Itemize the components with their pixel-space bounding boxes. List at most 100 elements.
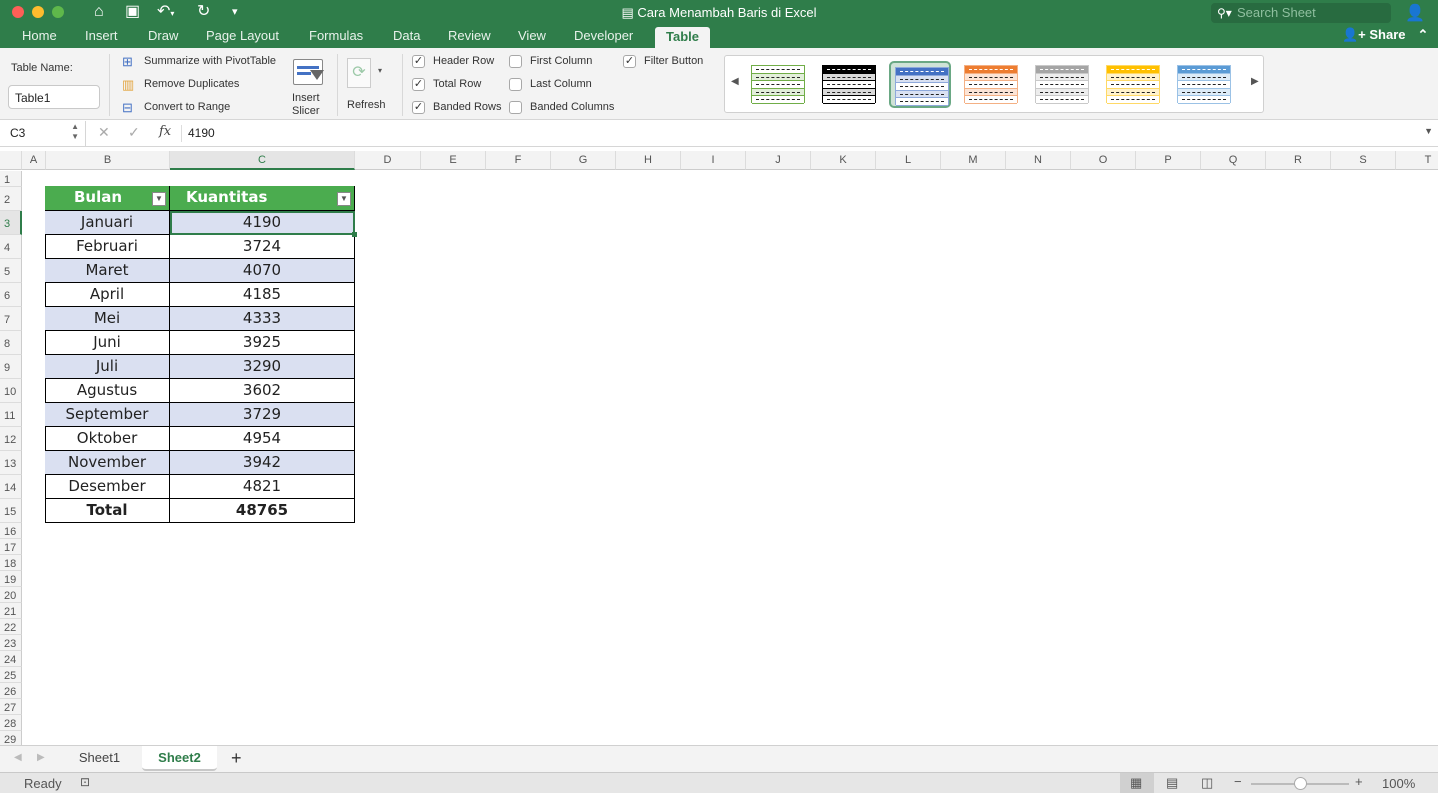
table-cell-quantity[interactable]: 4821: [170, 475, 355, 499]
row-header-3[interactable]: 3: [0, 211, 22, 235]
table-style-orange[interactable]: [960, 61, 1022, 108]
zoom-out-button[interactable]: −: [1234, 774, 1242, 789]
column-header-j[interactable]: J: [746, 151, 811, 170]
column-header-r[interactable]: R: [1266, 151, 1331, 170]
tab-data[interactable]: Data: [393, 26, 420, 48]
row-header-12[interactable]: 12: [0, 427, 22, 451]
total-value-cell[interactable]: 48765: [170, 499, 355, 523]
column-header-n[interactable]: N: [1006, 151, 1071, 170]
column-header-k[interactable]: K: [811, 151, 876, 170]
refresh-dropdown-icon[interactable]: ▾: [378, 66, 382, 75]
table-cell-month[interactable]: April: [45, 283, 170, 307]
table-style-blue-light[interactable]: [1173, 61, 1235, 108]
sheet-tab-sheet1[interactable]: Sheet1: [62, 746, 137, 771]
table-style-green-light[interactable]: [747, 61, 809, 108]
search-input[interactable]: ⚲▾ Search Sheet: [1211, 3, 1391, 23]
checkbox-total-row[interactable]: ✓: [412, 78, 425, 91]
row-header-15[interactable]: 15: [0, 499, 22, 523]
column-header-d[interactable]: D: [355, 151, 421, 170]
summarize-pivottable-button[interactable]: Summarize with PivotTable: [144, 55, 276, 67]
worksheet-grid[interactable]: A B C D E F G H I J K L M N O P Q R S T 1 2 3 4 5 6 7 8 9 10 11 12 13 14 1…: [0, 151, 1438, 745]
next-sheet-arrow[interactable]: ▶: [37, 746, 45, 771]
add-sheet-button[interactable]: +: [231, 746, 242, 771]
close-window-button[interactable]: [12, 6, 24, 18]
name-box-stepper[interactable]: ▲ ▼: [71, 122, 79, 142]
column-header-s[interactable]: S: [1331, 151, 1396, 170]
row-header-6[interactable]: 6: [0, 283, 22, 307]
normal-view-icon[interactable]: ▦: [1130, 775, 1142, 791]
table-cell-month[interactable]: November: [45, 451, 170, 475]
remove-duplicates-button[interactable]: Remove Duplicates: [144, 78, 239, 90]
prev-sheet-arrow[interactable]: ◀: [14, 746, 22, 771]
table-cell-month[interactable]: Agustus: [45, 379, 170, 403]
column-header-q[interactable]: Q: [1201, 151, 1266, 170]
header-cell-kuantitas[interactable]: Kuantitas Penjualan: [170, 186, 355, 229]
expand-formula-icon[interactable]: ▼: [1424, 126, 1433, 136]
table-cell-quantity[interactable]: 3602: [170, 379, 355, 403]
row-header-5[interactable]: 5: [0, 259, 22, 283]
table-cell-quantity[interactable]: 4954: [170, 427, 355, 451]
column-header-f[interactable]: F: [486, 151, 551, 170]
filter-button-bulan[interactable]: ▼: [152, 192, 166, 206]
zoom-in-button[interactable]: +: [1355, 774, 1363, 789]
column-header-e[interactable]: E: [421, 151, 486, 170]
row-header-17[interactable]: 17: [0, 539, 22, 555]
filter-button-kuantitas[interactable]: ▼: [337, 192, 351, 206]
row-header-23[interactable]: 23: [0, 635, 22, 651]
table-cell-quantity[interactable]: 3925: [170, 331, 355, 355]
zoom-slider-thumb[interactable]: [1294, 777, 1307, 790]
name-box[interactable]: C3 ▲ ▼: [0, 121, 86, 146]
row-header-16[interactable]: 16: [0, 523, 22, 539]
row-header-26[interactable]: 26: [0, 683, 22, 699]
convert-to-range-button[interactable]: Convert to Range: [144, 101, 230, 113]
table-cell-quantity[interactable]: 4333: [170, 307, 355, 331]
customize-icon[interactable]: ▾: [232, 3, 238, 21]
tab-formulas[interactable]: Formulas: [309, 26, 363, 48]
column-header-o[interactable]: O: [1071, 151, 1136, 170]
table-cell-month[interactable]: Juli: [45, 355, 170, 379]
share-button[interactable]: 👤+ Share ⌃: [1342, 27, 1428, 43]
column-header-g[interactable]: G: [551, 151, 616, 170]
table-cell-quantity[interactable]: 4190: [170, 211, 355, 235]
table-style-gray[interactable]: [1031, 61, 1093, 108]
page-layout-view-icon[interactable]: ▤: [1166, 775, 1178, 791]
table-cell-quantity[interactable]: 4070: [170, 259, 355, 283]
row-header-8[interactable]: 8: [0, 331, 22, 355]
table-cell-month[interactable]: Oktober: [45, 427, 170, 451]
total-label-cell[interactable]: Total: [45, 499, 170, 523]
table-cell-quantity[interactable]: 3729: [170, 403, 355, 427]
checkbox-first-column[interactable]: [509, 55, 522, 68]
row-header-18[interactable]: 18: [0, 555, 22, 571]
minimize-window-button[interactable]: [32, 6, 44, 18]
table-cell-quantity[interactable]: 4185: [170, 283, 355, 307]
zoom-window-button[interactable]: [52, 6, 64, 18]
row-header-22[interactable]: 22: [0, 619, 22, 635]
tab-view[interactable]: View: [518, 26, 546, 48]
page-break-view-icon[interactable]: ◫: [1201, 775, 1213, 791]
save-icon[interactable]: ▣: [125, 3, 140, 21]
macro-record-icon[interactable]: ⊡: [80, 775, 90, 789]
insert-slicer-button[interactable]: Insert Slicer: [288, 56, 326, 117]
row-header-21[interactable]: 21: [0, 603, 22, 619]
row-header-25[interactable]: 25: [0, 667, 22, 683]
table-cell-month[interactable]: Februari: [45, 235, 170, 259]
checkbox-filter-button[interactable]: ✓: [623, 55, 636, 68]
row-header-19[interactable]: 19: [0, 571, 22, 587]
feedback-icon[interactable]: 👤: [1405, 3, 1425, 23]
table-cell-month[interactable]: Maret: [45, 259, 170, 283]
table-cell-month[interactable]: Desember: [45, 475, 170, 499]
checkbox-header-row[interactable]: ✓: [412, 55, 425, 68]
select-all-corner[interactable]: [0, 151, 22, 170]
home-icon[interactable]: ⌂: [94, 3, 104, 21]
table-name-input[interactable]: Table1: [8, 85, 100, 109]
function-icon[interactable]: fx: [159, 124, 171, 139]
column-header-c[interactable]: C: [170, 151, 355, 170]
cancel-icon[interactable]: ✕: [98, 124, 110, 141]
tab-insert[interactable]: Insert: [85, 26, 118, 48]
checkbox-last-column[interactable]: [509, 78, 522, 91]
row-header-13[interactable]: 13: [0, 451, 22, 475]
row-header-1[interactable]: 1: [0, 171, 22, 187]
refresh-button[interactable]: ⟳ ▾ Refresh: [344, 56, 392, 111]
collapse-ribbon-icon[interactable]: ⌃: [1418, 27, 1429, 42]
column-header-b[interactable]: B: [46, 151, 170, 170]
